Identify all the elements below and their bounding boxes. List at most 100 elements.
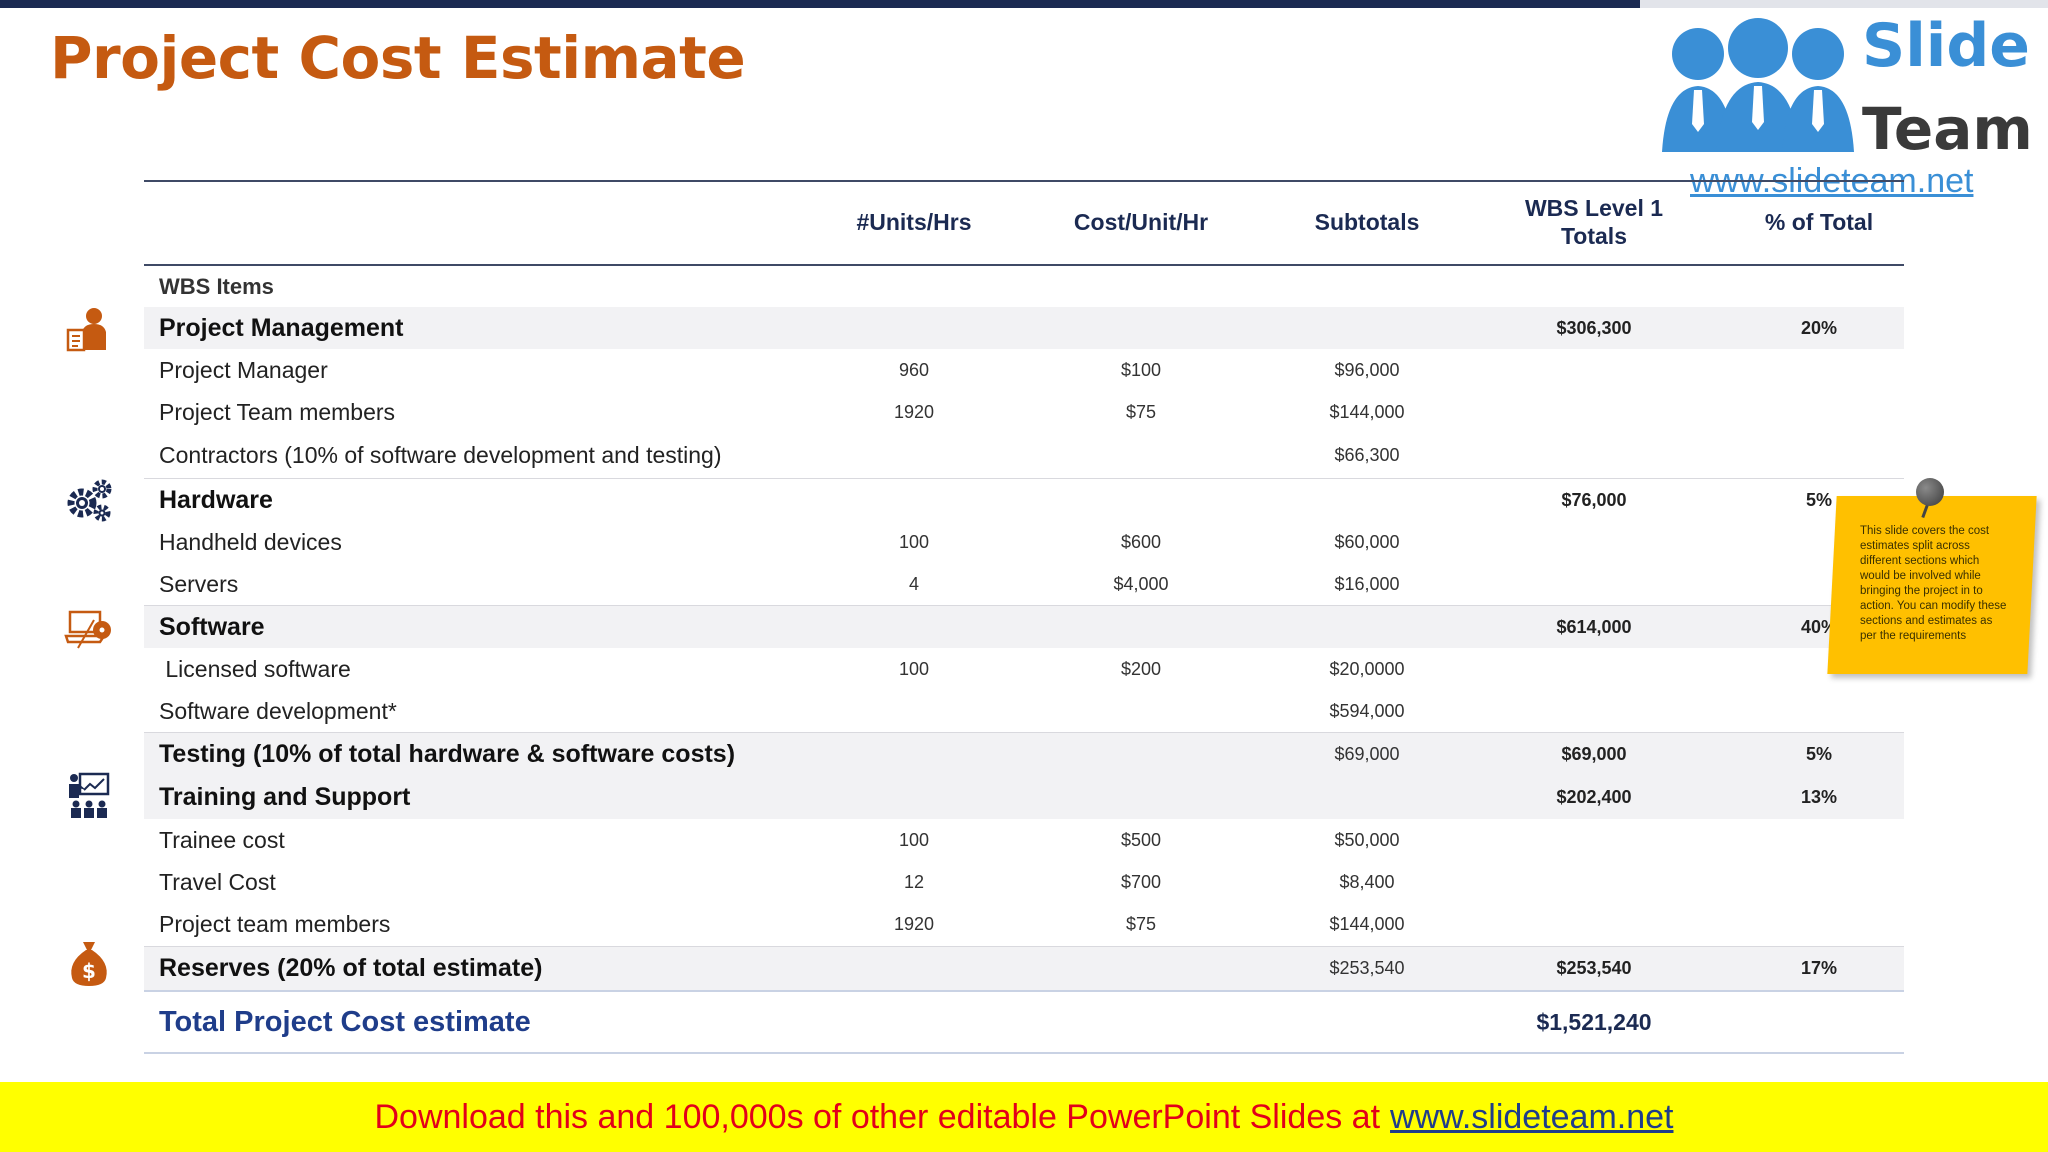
row-units: 100 (898, 829, 930, 850)
row-item-label: Contractors (10% of software development… (159, 442, 722, 468)
logo-word-slide: Slide (1862, 11, 2030, 81)
header-wbs-line1: WBS Level 1 (1524, 195, 1664, 222)
project-management-icon (66, 308, 106, 352)
row-cost: $500 (1120, 829, 1162, 850)
row-item-label: Project Manager (159, 356, 328, 383)
table-row: Software development* $594,000 (144, 690, 1904, 732)
people-logo-icon (1662, 18, 1854, 152)
row-subtotal: $144,000 (1329, 914, 1405, 934)
footer-text: Download this and 100,000s of other edit… (374, 1097, 1381, 1136)
table-row: Project Manager 960 $100 $96,000 (144, 349, 1904, 391)
row-subtotal: $96,000 (1334, 359, 1400, 380)
table-row: Project Management $306,300 20% (144, 307, 1904, 349)
row-item-label: Project Management (159, 313, 404, 342)
row-item-label: Training and Support (159, 783, 411, 811)
wbs-items-label-row: WBS Items (144, 266, 1904, 307)
row-cost: $4,000 (1113, 573, 1169, 594)
table-row: Travel Cost 12 $700 $8,400 (144, 861, 1904, 903)
hardware-gears-icon (67, 479, 112, 522)
header-wbs-line2: Totals (1560, 223, 1627, 249)
row-percent: 17% (1800, 958, 1838, 978)
row-units: 960 (898, 359, 930, 380)
footer-url-link[interactable]: www.slideteam.net (1390, 1098, 1673, 1137)
header-units: #Units/Hrs (856, 209, 972, 236)
row-percent: 20% (1800, 317, 1838, 338)
table-row: Software $614,000 40% (144, 605, 1904, 648)
sticky-note-text: This slide covers the cost estimates spl… (1860, 525, 2007, 642)
wbs-items-label: WBS Items (159, 273, 274, 299)
row-units: 4 (908, 573, 919, 594)
table-row: Training and Support $202,400 13% (144, 776, 1904, 819)
table-row: Licensed software 100 $200 $20,0000 (144, 648, 1904, 690)
row-item-label: Project Team members (159, 398, 396, 425)
svg-text:$: $ (82, 959, 96, 983)
row-wbs-total: $69,000 (1561, 744, 1627, 764)
logo-word-team: Team (1862, 95, 2033, 163)
row-cost: $100 (1120, 359, 1162, 380)
row-item-label: Reserves (20% of total estimate) (159, 954, 543, 982)
pushpin-icon (1916, 478, 1944, 506)
sticky-note: This slide covers the cost estimates spl… (1827, 478, 2037, 676)
total-row: Total Project Cost estimate $1,521,240 (144, 990, 1904, 1054)
slideteam-logo: Slide Team www.slideteam.net (1640, 0, 2048, 200)
row-item-label: Servers (159, 570, 239, 597)
table-row: Testing (10% of total hardware & softwar… (144, 732, 1904, 776)
row-cost: $200 (1120, 658, 1162, 679)
row-item-label: Travel Cost (159, 868, 276, 895)
cost-estimate-table: #Units/Hrs Cost/Unit/Hr Subtotals WBS Le… (144, 180, 1904, 1054)
row-cost: $75 (1125, 914, 1157, 934)
row-subtotal: $60,000 (1334, 531, 1400, 552)
row-item-label: Software (159, 612, 265, 641)
row-subtotal: $69,000 (1334, 744, 1400, 764)
row-subtotal: $8,400 (1339, 871, 1395, 892)
header-cost: Cost/Unit/Hr (1073, 209, 1209, 236)
row-subtotal: $144,000 (1329, 401, 1405, 422)
footer-banner: Download this and 100,000s of other edit… (0, 1082, 2048, 1152)
top-accent-bar (0, 0, 1640, 8)
row-cost: $600 (1120, 531, 1162, 552)
table-body: Project Management $306,300 20% Project Man… (144, 307, 1904, 990)
row-wbs-total: $202,400 (1556, 787, 1632, 807)
row-item-label: Hardware (159, 485, 273, 514)
row-item-label: Handheld devices (159, 528, 342, 555)
table-row: Project Team members 1920 $75 $144,000 (144, 391, 1904, 433)
row-units: 1920 (893, 401, 935, 422)
table-row: Project team members 1920 $75 $144,000 (144, 903, 1904, 946)
row-subtotal: $50,000 (1334, 829, 1400, 850)
row-units: 100 (898, 531, 930, 552)
row-subtotal: $253,540 (1329, 958, 1405, 978)
logo-top-bar (1640, 0, 2048, 8)
row-subtotal: $594,000 (1329, 700, 1405, 721)
row-percent: 5% (1805, 744, 1832, 764)
row-cost: $700 (1120, 871, 1162, 892)
training-presentation-icon (69, 772, 110, 818)
row-subtotal: $66,300 (1334, 445, 1400, 465)
header-subtotals: Subtotals (1314, 209, 1420, 236)
row-wbs-total: $614,000 (1556, 616, 1632, 637)
row-subtotal: $20,0000 (1329, 658, 1405, 679)
row-units: 12 (903, 871, 925, 892)
table-row: Contractors (10% of software development… (144, 433, 1904, 478)
table-row: Reserves (20% of total estimate) $253,540… (144, 946, 1904, 990)
table-header-row: #Units/Hrs Cost/Unit/Hr Subtotals WBS Le… (144, 182, 1904, 266)
reserves-money-bag-icon: $ (71, 942, 107, 986)
row-units: 1920 (893, 914, 935, 934)
row-percent: 13% (1800, 787, 1838, 807)
row-item-label: Trainee cost (159, 826, 285, 853)
header-wbs-totals: WBS Level 1 Totals (1479, 182, 1709, 264)
row-item-label: Testing (10% of total hardware & softwar… (159, 740, 736, 768)
row-item-label: Licensed software (159, 655, 351, 682)
header-percent: % of Total (1764, 209, 1874, 236)
row-wbs-total: $306,300 (1556, 317, 1632, 338)
total-label: Total Project Cost estimate (159, 1005, 531, 1038)
row-wbs-total: $76,000 (1561, 489, 1627, 510)
total-value: $1,521,240 (1536, 1008, 1652, 1035)
row-item-label: Software development* (159, 697, 397, 724)
row-subtotal: $16,000 (1334, 573, 1400, 594)
software-laptop-icon (64, 610, 111, 649)
table-row: Trainee cost 100 $500 $50,000 (144, 819, 1904, 861)
table-row: Servers 4 $4,000 $16,000 (144, 563, 1904, 605)
table-row: Hardware $76,000 5% (144, 478, 1904, 521)
row-cost: $75 (1125, 401, 1157, 422)
table-row: Handheld devices 100 $600 $60,000 (144, 521, 1904, 563)
